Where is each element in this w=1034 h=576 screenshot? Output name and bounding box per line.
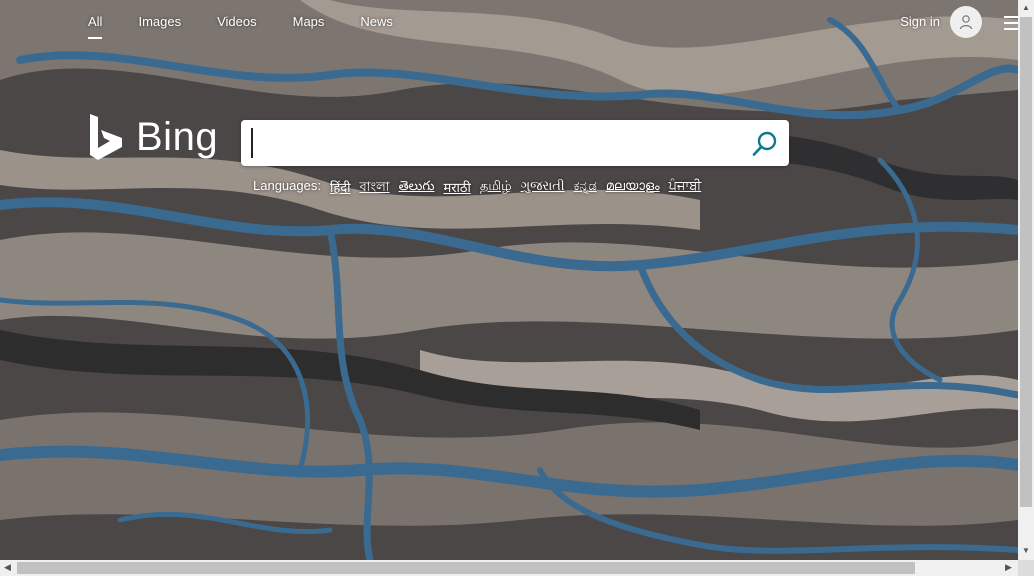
lang-bengali[interactable]: বাংলা xyxy=(360,178,390,199)
scroll-up-icon[interactable]: ▲ xyxy=(1022,3,1030,12)
nav-images[interactable]: Images xyxy=(138,14,181,35)
search-input[interactable] xyxy=(251,128,741,158)
background-photo xyxy=(0,0,1018,560)
lang-malayalam[interactable]: മലയാളം xyxy=(606,178,660,199)
lang-punjabi[interactable]: ਪੰਜਾਬੀ xyxy=(669,178,702,199)
sign-in-link[interactable]: Sign in xyxy=(900,14,940,29)
bing-logo[interactable]: Bing xyxy=(88,112,218,162)
lang-marathi[interactable]: मराठी xyxy=(443,178,470,199)
lang-gujarati[interactable]: ગુજરાતી xyxy=(521,178,565,199)
nav-news[interactable]: News xyxy=(360,14,393,35)
languages-label: Languages: xyxy=(253,178,321,193)
user-icon xyxy=(959,15,973,30)
lang-hindi[interactable]: हिंदी xyxy=(330,178,351,199)
nav-maps[interactable]: Maps xyxy=(293,14,325,35)
user-avatar[interactable] xyxy=(950,6,982,38)
languages-bar: Languages: हिंदी বাংলা తెలుగు मराठी தமிழ… xyxy=(253,178,701,199)
horizontal-scrollbar[interactable]: ◀ ▶ xyxy=(0,560,1018,576)
scroll-down-icon[interactable]: ▼ xyxy=(1022,546,1030,555)
lang-kannada[interactable]: ಕನ್ನಡ xyxy=(574,178,597,199)
vertical-scroll-thumb[interactable] xyxy=(1020,17,1032,507)
nav-all[interactable]: All xyxy=(88,14,103,39)
bing-b-icon xyxy=(90,114,122,160)
search-box xyxy=(241,120,789,166)
scroll-right-icon[interactable]: ▶ xyxy=(1005,562,1012,573)
background-image: All Images Videos Maps News Sign in Bing… xyxy=(0,0,1018,560)
hamburger-icon[interactable] xyxy=(1004,16,1018,34)
lang-tamil[interactable]: தமிழ் xyxy=(480,178,512,199)
scope-nav: All Images Videos Maps News xyxy=(88,14,429,39)
bing-wordmark: Bing xyxy=(136,114,219,159)
horizontal-scroll-thumb[interactable] xyxy=(17,562,915,574)
scroll-left-icon[interactable]: ◀ xyxy=(4,562,11,573)
vertical-scrollbar[interactable]: ▲ ▼ xyxy=(1018,0,1034,560)
lang-telugu[interactable]: తెలుగు xyxy=(399,178,435,199)
search-icon[interactable] xyxy=(751,130,779,158)
nav-videos[interactable]: Videos xyxy=(217,14,257,35)
scrollbar-corner xyxy=(1018,560,1034,576)
